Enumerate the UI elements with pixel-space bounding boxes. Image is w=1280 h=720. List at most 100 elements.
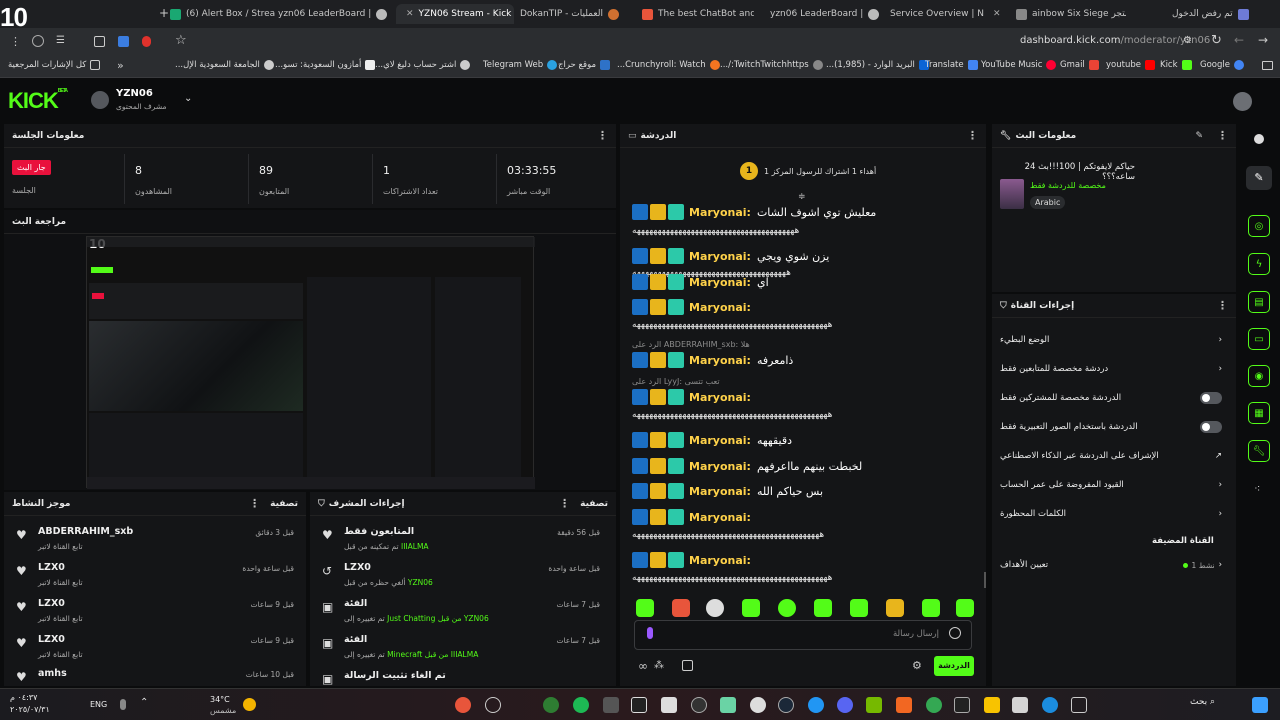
extensions-icon[interactable] bbox=[32, 35, 44, 47]
chat-message[interactable]: Maryonai: بس حياكم الله bbox=[632, 483, 823, 499]
sidebar-wrench-icon[interactable]: 🔧︎ bbox=[1248, 440, 1270, 462]
app-icon-12[interactable] bbox=[808, 697, 824, 713]
avatar[interactable] bbox=[91, 91, 109, 109]
emoji-icon[interactable] bbox=[949, 627, 961, 639]
chat-message[interactable]: Maryonai: يزن شوي ويجي bbox=[632, 248, 829, 264]
chat-message[interactable]: Maryonai: دقيقههه bbox=[632, 432, 792, 448]
spotify-icon[interactable] bbox=[573, 697, 589, 713]
edit-pencil-icon[interactable]: ✎ bbox=[1195, 131, 1203, 141]
firefox-icon[interactable] bbox=[455, 697, 471, 713]
emote-6[interactable] bbox=[814, 599, 832, 617]
chat-scrollbar[interactable] bbox=[984, 572, 986, 588]
emote-5[interactable] bbox=[778, 599, 796, 617]
kebab-menu-icon[interactable]: ⋮ bbox=[559, 497, 570, 510]
stream-preview-video[interactable]: 10 bbox=[86, 236, 535, 489]
tab-access-denied[interactable]: تم رفض الدخول bbox=[1172, 4, 1278, 24]
kebab-menu-icon[interactable]: ⋮ bbox=[1217, 129, 1228, 142]
app-icon-5[interactable] bbox=[603, 697, 619, 713]
emote-3[interactable] bbox=[706, 599, 724, 617]
app-icon-17[interactable] bbox=[954, 697, 970, 713]
tab-alert-box[interactable]: (6) Alert Box / Stream bbox=[170, 4, 275, 24]
chat-username[interactable]: Maryonai: bbox=[689, 485, 751, 498]
kebab-menu-icon[interactable]: ⋮ bbox=[1217, 299, 1228, 312]
menu-icon[interactable]: ⋮ bbox=[10, 35, 21, 48]
tab-service-overview[interactable]: Service Overview | N ✕ bbox=[890, 4, 1012, 24]
file-explorer-icon[interactable] bbox=[984, 697, 1000, 713]
emote-10[interactable] bbox=[956, 599, 974, 617]
capcut-icon[interactable] bbox=[631, 697, 647, 713]
emote-1[interactable] bbox=[636, 599, 654, 617]
bookmark-mail[interactable]: البريد الوارد - (1,985)... bbox=[826, 60, 929, 70]
kebab-menu-icon[interactable]: ⋮ bbox=[967, 129, 978, 142]
extension-red-icon[interactable] bbox=[142, 36, 151, 47]
chat-username[interactable]: Maryonai: bbox=[689, 206, 751, 219]
emote-8[interactable] bbox=[886, 599, 904, 617]
chat-username[interactable]: Maryonai: bbox=[689, 354, 751, 367]
language-indicator[interactable]: ENG bbox=[90, 700, 107, 709]
reply-context[interactable]: الرد على LyyJ: تعب تتسى bbox=[632, 377, 720, 386]
nvidia-icon[interactable] bbox=[866, 697, 882, 713]
chat-username[interactable]: Maryonai: bbox=[689, 301, 751, 314]
discord-icon[interactable] bbox=[837, 697, 853, 713]
bookmark-haraj[interactable]: موقع حراج bbox=[558, 60, 611, 70]
site-settings-icon[interactable]: ⚙ bbox=[1183, 35, 1192, 46]
filter-button[interactable]: تصفية bbox=[580, 499, 608, 509]
chat-message[interactable]: Maryonai: لخبطت بينهم مااعرفهم bbox=[632, 458, 862, 474]
kick-logo[interactable]: KICKBETA bbox=[8, 88, 68, 114]
bookmarks-overflow-icon[interactable]: » bbox=[117, 59, 124, 72]
sidebar-chat-icon[interactable]: ▭ bbox=[1248, 328, 1270, 350]
followers-only-row[interactable]: دردشة مخصصة للمتابعين فقط › bbox=[992, 356, 1232, 382]
app-icon-7[interactable] bbox=[661, 697, 677, 713]
bookmark-youtube[interactable]: youtube bbox=[1106, 60, 1155, 70]
new-tab-button[interactable]: + bbox=[159, 6, 169, 20]
sliders-icon[interactable]: ☰ bbox=[56, 35, 65, 46]
banned-words-row[interactable]: الكلمات المحظورة › bbox=[992, 501, 1232, 527]
activity-name[interactable]: LZX0 bbox=[38, 562, 65, 573]
filter-button[interactable]: تصفية bbox=[270, 499, 298, 509]
chat-message[interactable]: Maryonai: bbox=[632, 299, 751, 315]
weather-widget[interactable]: 34°C مشمس bbox=[210, 694, 236, 716]
emote-4[interactable] bbox=[742, 599, 760, 617]
obs-icon[interactable] bbox=[691, 697, 707, 713]
tab-leaderboard-2[interactable]: yzn06 LeaderBoard | bbox=[770, 4, 882, 24]
chat-message[interactable]: Maryonai: ذامعرفه bbox=[632, 352, 793, 368]
chat-message[interactable]: Maryonai: bbox=[632, 389, 751, 405]
infinity-icon[interactable]: ∞ bbox=[638, 659, 648, 673]
action-name[interactable]: LZX0 bbox=[344, 562, 371, 573]
app-icon-2[interactable] bbox=[485, 697, 501, 713]
bookmark-translate[interactable]: Translate bbox=[925, 60, 978, 70]
sidebar-edit-icon[interactable]: ✎ bbox=[1246, 166, 1272, 190]
profile-avatar[interactable] bbox=[1233, 92, 1252, 111]
app-icon-15[interactable] bbox=[896, 697, 912, 713]
bookmark-kick[interactable]: Kick bbox=[1160, 60, 1192, 70]
ai-moderation-row[interactable]: الإشراف على الدردشة عبر الذكاء الاصطناعي… bbox=[992, 443, 1232, 469]
app-icon-10[interactable] bbox=[750, 697, 766, 713]
forward-icon[interactable]: ← bbox=[1234, 33, 1244, 47]
extension-blue-icon[interactable] bbox=[118, 36, 129, 47]
chat-username[interactable]: Maryonai: bbox=[689, 391, 751, 404]
tab-kick-stream[interactable]: ✕ YZN06 Stream - Kick bbox=[396, 4, 514, 24]
people-icon[interactable]: ⁂ bbox=[654, 660, 664, 671]
bookmark-telegram[interactable]: Telegram Web bbox=[483, 60, 558, 70]
chat-input[interactable]: إرسال رسالة bbox=[634, 620, 972, 650]
chat-message[interactable]: Maryonai: معليش توي اشوف الشات bbox=[632, 204, 876, 220]
emote-7[interactable] bbox=[850, 599, 868, 617]
chevron-down-icon[interactable]: ⌄ bbox=[184, 93, 192, 104]
collapse-banner-icon[interactable]: ≑ bbox=[798, 192, 806, 202]
activity-name[interactable]: LZX0 bbox=[38, 598, 65, 609]
tab-chatbot[interactable]: The best ChatBot and bbox=[642, 4, 754, 24]
chat-username[interactable]: Maryonai: bbox=[689, 250, 751, 263]
bookmark-folder-icon[interactable] bbox=[1262, 61, 1273, 70]
bookmark-gmail[interactable]: Gmail bbox=[1060, 60, 1099, 70]
category-name[interactable]: مخصصة للدردشة فقط bbox=[1030, 181, 1106, 190]
taskbar-clock[interactable]: ٠٤:٣٧ م ٢٠٢٥/٠٧/٣١ bbox=[10, 692, 50, 716]
chrome-icon[interactable] bbox=[926, 697, 942, 713]
bookmark-twitch[interactable]: TwitchTwitchhttps:/... bbox=[720, 60, 823, 70]
bookmark-account[interactable]: اشتر حساب دليغ لاي... bbox=[375, 60, 471, 70]
subscribers-only-toggle[interactable] bbox=[1200, 392, 1222, 404]
close-tab-icon[interactable]: ✕ bbox=[993, 9, 1001, 19]
start-icon[interactable] bbox=[1252, 697, 1268, 713]
category-thumbnail[interactable] bbox=[1000, 179, 1024, 209]
gift-banner[interactable]: 1 أهداء 1 اشتراك للرسول المركز 1 bbox=[740, 162, 876, 180]
sidebar-broadcast-icon[interactable]: ◉ bbox=[1248, 365, 1270, 387]
